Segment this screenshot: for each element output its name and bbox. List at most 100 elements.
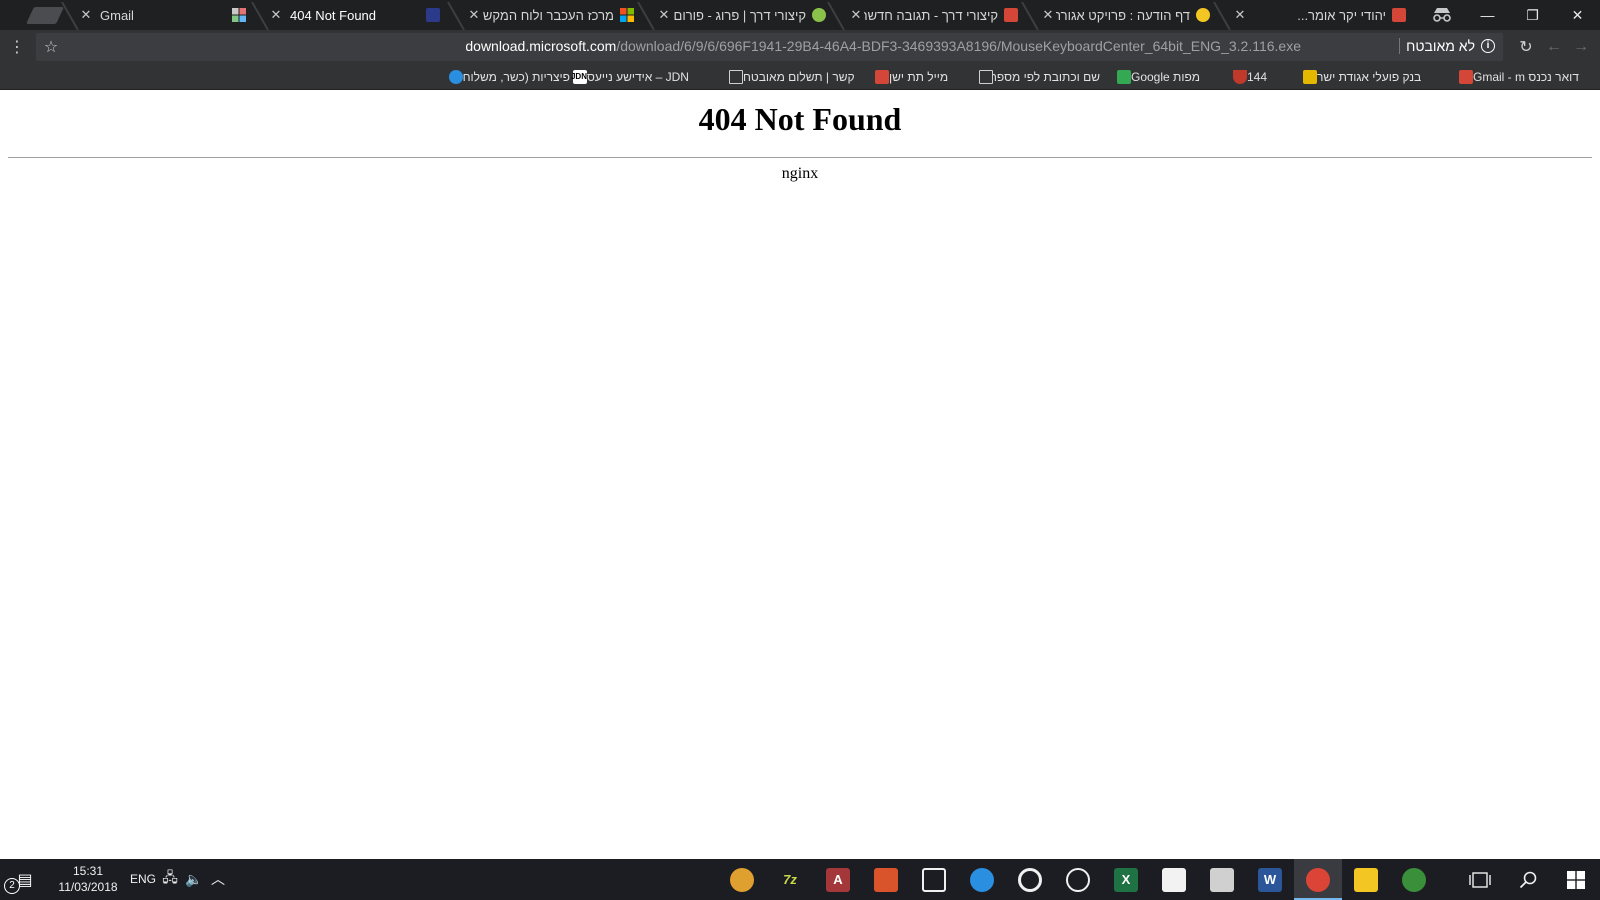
gmail-icon — [1459, 70, 1473, 84]
document-icon — [729, 70, 743, 84]
picasa-icon — [730, 867, 754, 892]
paint-taskbar-button[interactable] — [1198, 859, 1246, 900]
language-indicator[interactable]: ENG — [130, 872, 156, 886]
file-explorer-taskbar-button[interactable] — [1342, 859, 1390, 900]
word-icon: W — [1258, 867, 1282, 892]
notification-count: 2 — [4, 878, 20, 894]
chrome-icon — [1306, 867, 1330, 892]
clock[interactable]: 15:31 11/03/2018 — [58, 863, 118, 895]
target-app-icon — [1018, 867, 1042, 892]
search-icon — [1519, 871, 1537, 888]
globe-app-taskbar-button[interactable] — [1390, 859, 1438, 900]
target-app-taskbar-button[interactable] — [1006, 859, 1054, 900]
arrow-forward-icon: ← — [1546, 38, 1562, 55]
close-icon: ✕ — [1571, 6, 1584, 23]
tab-404-not-found[interactable]: ✕ 404 Not Found — [268, 0, 446, 30]
tab-close-icon[interactable]: ✕ — [848, 7, 864, 23]
menu-button[interactable]: ⋮ — [6, 36, 28, 58]
bookmark-old-mail[interactable]: מייל תת ישן — [868, 64, 954, 90]
restore-window-button[interactable]: ❐ — [1510, 0, 1555, 30]
omnibox[interactable]: ☆ download.microsoft.com/download/6/9/6/… — [36, 33, 1503, 61]
clock-date: 11/03/2018 — [58, 880, 118, 894]
access-icon: A — [826, 867, 850, 892]
security-indicator[interactable]: i לא מאובטח — [1393, 38, 1495, 54]
swirl-app-taskbar-button[interactable] — [862, 859, 910, 900]
word-taskbar-button[interactable]: W — [1246, 859, 1294, 900]
gmail-icon — [875, 70, 889, 84]
security-label: לא מאובטח — [1406, 38, 1475, 54]
new-tab-button[interactable] — [26, 7, 64, 24]
security-divider — [1399, 38, 1401, 54]
info-icon — [1196, 8, 1210, 22]
hebrew-app-taskbar-button[interactable] — [1150, 859, 1198, 900]
url-host: download.microsoft.com — [465, 38, 617, 54]
microsoft-icon — [620, 8, 634, 22]
start-button[interactable] — [1552, 859, 1600, 900]
forward-button[interactable]: ← — [1543, 36, 1565, 58]
bookmark-jdn[interactable]: JDN JDN – אידישע נייעס — [566, 64, 716, 90]
tab-agora[interactable]: ✕ דף הודעה : פרויקט אגורה — [1040, 0, 1216, 30]
tab-prog-forum[interactable]: ✕ קיצורי דרך | פרוג - פורום — [656, 0, 832, 30]
webcam-taskbar-button[interactable] — [1054, 859, 1102, 900]
q-icon — [449, 70, 463, 84]
access-taskbar-button[interactable]: A — [814, 859, 862, 900]
incognito-icon[interactable] — [1422, 3, 1462, 27]
close-window-button[interactable]: ✕ — [1555, 0, 1600, 30]
prog-icon — [812, 8, 826, 22]
hebrew-app-icon — [1162, 867, 1186, 892]
excel-taskbar-button[interactable]: X — [1102, 859, 1150, 900]
tab-close-icon[interactable]: ✕ — [1232, 7, 1248, 23]
file-explorer-icon — [1354, 867, 1378, 892]
bookmark-star-button[interactable]: ☆ — [40, 36, 62, 58]
maps-icon — [1117, 70, 1131, 84]
tab-title: קיצורי דרך - תגובה חדשה — [864, 7, 998, 23]
tab-close-icon[interactable]: ✕ — [656, 7, 672, 23]
tab-title: Gmail — [100, 7, 134, 23]
tab-close-icon[interactable]: ✕ — [466, 7, 482, 23]
shield-icon — [1233, 70, 1247, 84]
task-view-button[interactable] — [1456, 859, 1504, 900]
kebab-menu-icon: ⋮ — [9, 39, 25, 56]
taskbar: ▤ 2 15:31 11/03/2018 ENG 🖧 🔈 ︿ 7z A X W — [0, 859, 1600, 900]
7zip-icon: 7z — [778, 867, 802, 892]
swirl-app-icon — [874, 867, 898, 892]
bookmark-google-maps[interactable]: מפות Google — [1110, 64, 1214, 90]
restore-icon: ❐ — [1526, 6, 1539, 23]
tab-close-icon[interactable]: ✕ — [1040, 7, 1056, 23]
tab-gmail[interactable]: ✕ Gmail — [78, 0, 252, 30]
bookmark-secure-payment[interactable]: קשר | תשלום מאובטח — [722, 64, 858, 90]
reload-button[interactable]: ↻ — [1515, 36, 1537, 58]
generic-page-icon — [426, 8, 440, 22]
tab-title: 404 Not Found — [290, 7, 377, 23]
volume-icon[interactable]: 🔈 — [184, 869, 204, 889]
bookmark-pizzerias[interactable]: פיצריות (כשר, משלוח — [442, 64, 570, 90]
document-icon — [979, 70, 993, 84]
search-button[interactable] — [1504, 859, 1552, 900]
bookmark-bank[interactable]: בנק פועלי אגודת ישר — [1296, 64, 1436, 90]
picasa-taskbar-button[interactable] — [718, 859, 766, 900]
ccleaner-icon — [970, 867, 994, 892]
chevron-up-icon[interactable]: ︿ — [208, 869, 228, 889]
tab-close-icon[interactable]: ✕ — [268, 7, 284, 23]
bookmark-gmail-inbox[interactable]: דואר נכנס Gmail - m — [1452, 64, 1592, 90]
bookmark-144[interactable]: 144 — [1226, 64, 1282, 90]
tab-separator — [250, 1, 270, 31]
video-editor-taskbar-button[interactable] — [910, 859, 958, 900]
tab-yehudi[interactable]: ✕ יהודי יקר אומר... — [1232, 0, 1412, 30]
bank-icon — [1303, 70, 1317, 84]
tab-mouse-keyboard-center[interactable]: ✕ מרכז העכבר ולוח המקש — [466, 0, 640, 30]
tab-shortcuts-reply[interactable]: ✕ קיצורי דרך - תגובה חדשה — [848, 0, 1024, 30]
7zip-taskbar-button[interactable]: 7z — [766, 859, 814, 900]
bookmark-name-address[interactable]: שם וכתובת לפי מספר — [972, 64, 1100, 90]
gmail-icon — [1392, 8, 1406, 22]
network-icon[interactable]: 🖧 — [160, 869, 180, 889]
tab-close-icon[interactable]: ✕ — [78, 7, 94, 23]
tab-title: דף הודעה : פרויקט אגורה — [1056, 7, 1190, 23]
star-icon: ☆ — [43, 39, 59, 56]
minimize-window-button[interactable]: — — [1465, 0, 1510, 30]
gmail-icon — [1004, 8, 1018, 22]
back-button[interactable]: → — [1570, 36, 1592, 58]
url-text[interactable]: download.microsoft.com/download/6/9/6/69… — [465, 38, 1301, 54]
ccleaner-taskbar-button[interactable] — [958, 859, 1006, 900]
chrome-taskbar-button[interactable] — [1294, 859, 1342, 900]
